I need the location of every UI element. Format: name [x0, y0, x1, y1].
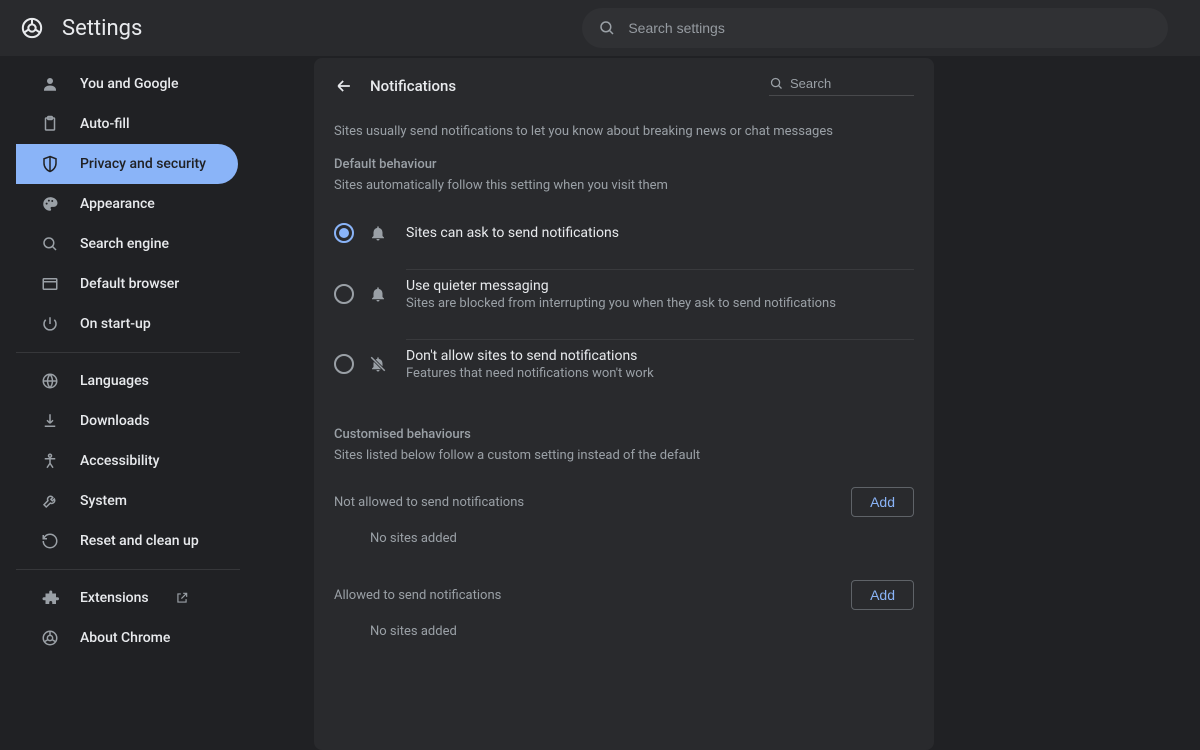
radio-button[interactable] [334, 284, 354, 304]
sidebar-item-downloads[interactable]: Downloads [16, 401, 232, 441]
card-title: Notifications [370, 77, 753, 95]
sidebar-item-you-and-google[interactable]: You and Google [16, 64, 232, 104]
download-icon [40, 412, 60, 430]
default-behaviour-subtext: Sites automatically follow this setting … [314, 172, 934, 207]
sidebar-item-label: About Chrome [80, 630, 170, 646]
default-behaviour-heading: Default behaviour [334, 157, 914, 172]
add-allowed-button[interactable]: Add [851, 580, 914, 610]
extensions-icon [40, 589, 60, 607]
sidebar-item-extensions[interactable]: Extensions [16, 578, 232, 618]
global-search[interactable] [582, 8, 1168, 48]
power-icon [40, 315, 60, 333]
option-desc: Features that need notifications won't w… [406, 366, 914, 381]
bell-off-icon [368, 355, 388, 373]
sidebar-item-label: Accessibility [80, 453, 159, 469]
sidebar-item-reset[interactable]: Reset and clean up [16, 521, 232, 561]
add-not-allowed-button[interactable]: Add [851, 487, 914, 517]
accessibility-icon [40, 452, 60, 470]
sidebar-item-label: Appearance [80, 196, 155, 212]
search-icon [598, 19, 616, 37]
sidebar-item-label: Privacy and security [80, 156, 206, 172]
bell-icon [368, 224, 388, 242]
sidebar-item-privacy[interactable]: Privacy and security [16, 144, 238, 184]
sidebar-item-label: Languages [80, 373, 149, 389]
person-icon [40, 75, 60, 93]
sidebar-item-languages[interactable]: Languages [16, 361, 232, 401]
sidebar-item-label: Downloads [80, 413, 149, 429]
sidebar-item-label: System [80, 493, 127, 509]
option-ask[interactable]: Sites can ask to send notifications [314, 207, 934, 259]
allowed-empty: No sites added [314, 614, 934, 669]
sidebar-item-label: Search engine [80, 236, 169, 252]
option-title: Sites can ask to send notifications [406, 225, 914, 241]
settings-card: Notifications Sites usually send notific… [314, 58, 934, 750]
radio-button[interactable] [334, 354, 354, 374]
sidebar-item-appearance[interactable]: Appearance [16, 184, 232, 224]
sidebar-item-label: You and Google [80, 76, 178, 92]
sidebar-nav: You and Google Auto-fill Privacy and sec… [0, 56, 256, 750]
back-button[interactable] [334, 76, 354, 96]
not-allowed-empty: No sites added [314, 521, 934, 576]
card-search-input[interactable] [790, 76, 895, 91]
globe-icon [40, 372, 60, 390]
sidebar-item-label: Auto-fill [80, 116, 130, 132]
sidebar-item-accessibility[interactable]: Accessibility [16, 441, 232, 481]
palette-icon [40, 195, 60, 213]
custom-behaviours-heading: Customised behaviours [334, 427, 914, 442]
radio-button[interactable] [334, 223, 354, 243]
search-icon [769, 76, 784, 91]
option-title: Don't allow sites to send notifications [406, 348, 914, 364]
option-desc: Sites are blocked from interrupting you … [406, 296, 914, 311]
option-title: Use quieter messaging [406, 278, 914, 294]
chrome-icon [40, 629, 60, 647]
external-link-icon [175, 591, 189, 605]
main-content: Notifications Sites usually send notific… [256, 56, 1200, 750]
not-allowed-heading: Not allowed to send notifications [334, 495, 524, 510]
sidebar-item-search-engine[interactable]: Search engine [16, 224, 232, 264]
search-icon [40, 235, 60, 253]
restore-icon [40, 532, 60, 550]
intro-text: Sites usually send notifications to let … [314, 100, 934, 157]
app-header: Settings [0, 0, 1200, 56]
sidebar-item-label: On start-up [80, 316, 151, 332]
sidebar-item-about[interactable]: About Chrome [16, 618, 232, 658]
option-block[interactable]: Don't allow sites to send notifications … [314, 329, 934, 399]
card-search[interactable] [769, 76, 914, 96]
option-quieter[interactable]: Use quieter messaging Sites are blocked … [314, 259, 934, 329]
shield-icon [40, 155, 60, 173]
chrome-logo-icon [20, 16, 44, 40]
sidebar-item-label: Default browser [80, 276, 179, 292]
sidebar-item-autofill[interactable]: Auto-fill [16, 104, 232, 144]
sidebar-item-label: Reset and clean up [80, 533, 199, 549]
browser-icon [40, 275, 60, 293]
bell-icon [368, 285, 388, 303]
sidebar-item-label: Extensions [80, 590, 149, 606]
global-search-input[interactable] [628, 20, 1152, 36]
sidebar-item-system[interactable]: System [16, 481, 232, 521]
custom-behaviours-subtext: Sites listed below follow a custom setti… [314, 442, 934, 477]
allowed-heading: Allowed to send notifications [334, 588, 501, 603]
page-title: Settings [62, 16, 142, 41]
sidebar-item-default-browser[interactable]: Default browser [16, 264, 232, 304]
wrench-icon [40, 492, 60, 510]
clipboard-icon [40, 115, 60, 133]
sidebar-item-startup[interactable]: On start-up [16, 304, 232, 344]
